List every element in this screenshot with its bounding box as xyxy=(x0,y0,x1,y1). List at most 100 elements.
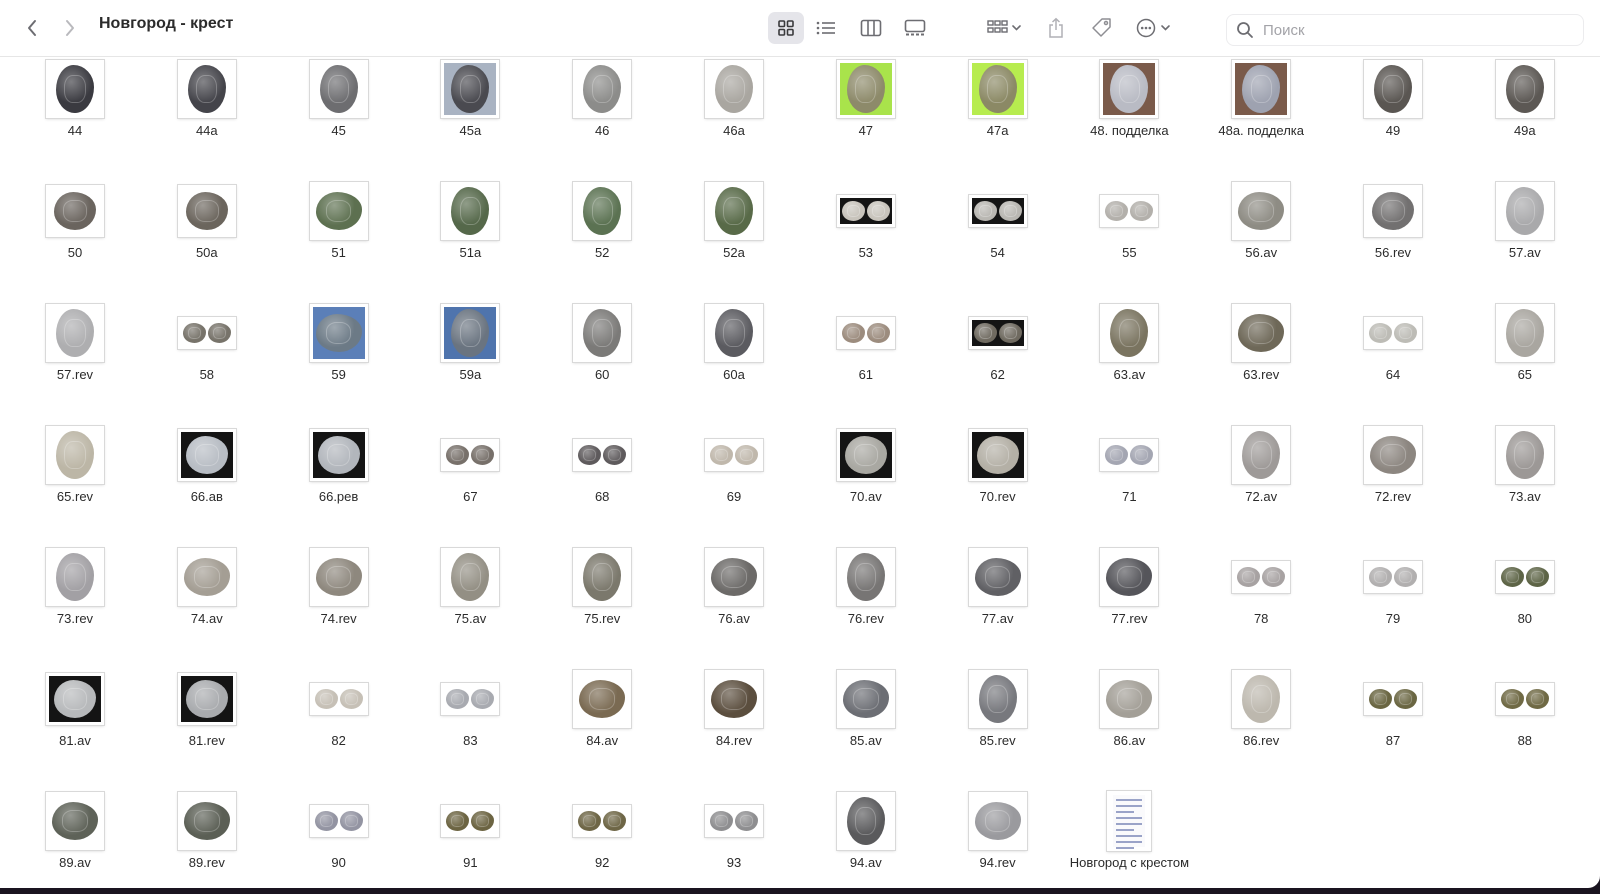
file-item[interactable]: 80 xyxy=(1462,541,1588,651)
file-item[interactable]: 73.av xyxy=(1462,419,1588,529)
file-item[interactable]: 73.rev xyxy=(12,541,138,651)
file-item[interactable]: 61 xyxy=(803,297,929,407)
file-item[interactable]: 89.av xyxy=(12,785,138,888)
file-item[interactable]: 55 xyxy=(1066,175,1192,285)
file-item[interactable]: 81.rev xyxy=(144,663,270,773)
file-item[interactable]: 86.av xyxy=(1066,663,1192,773)
file-item[interactable]: 77.rev xyxy=(1066,541,1192,651)
file-item[interactable]: 72.rev xyxy=(1330,419,1456,529)
file-item[interactable]: 90 xyxy=(276,785,402,888)
file-item[interactable]: 57.av xyxy=(1462,175,1588,285)
file-item[interactable]: 54 xyxy=(935,175,1061,285)
file-item[interactable]: 56.av xyxy=(1198,175,1324,285)
file-item[interactable]: 58 xyxy=(144,297,270,407)
file-item[interactable]: 65 xyxy=(1462,297,1588,407)
file-item[interactable]: 76.av xyxy=(671,541,797,651)
file-item[interactable]: 86.rev xyxy=(1198,663,1324,773)
file-item[interactable]: 53 xyxy=(803,175,929,285)
file-item[interactable]: 47a xyxy=(935,57,1061,163)
file-item[interactable]: 82 xyxy=(276,663,402,773)
group-button[interactable] xyxy=(982,12,1028,44)
file-item[interactable]: 92 xyxy=(539,785,665,888)
file-item[interactable]: 64 xyxy=(1330,297,1456,407)
more-button[interactable] xyxy=(1132,12,1178,44)
file-item[interactable]: 50 xyxy=(12,175,138,285)
file-item[interactable]: 70.rev xyxy=(935,419,1061,529)
file-item[interactable]: 60a xyxy=(671,297,797,407)
file-item[interactable]: 85.av xyxy=(803,663,929,773)
file-item[interactable]: 47 xyxy=(803,57,929,163)
group-icon xyxy=(987,20,1021,33)
file-item[interactable]: 46 xyxy=(539,57,665,163)
file-item[interactable]: 84.av xyxy=(539,663,665,773)
image-thumbnail xyxy=(441,805,500,837)
file-item[interactable]: 74.rev xyxy=(276,541,402,651)
file-item[interactable]: 62 xyxy=(935,297,1061,407)
file-item[interactable]: 94.rev xyxy=(935,785,1061,888)
file-item[interactable]: 45 xyxy=(276,57,402,163)
file-item[interactable]: 76.rev xyxy=(803,541,929,651)
file-item[interactable]: 59 xyxy=(276,297,402,407)
file-item[interactable]: 85.rev xyxy=(935,663,1061,773)
file-item[interactable]: 60 xyxy=(539,297,665,407)
file-label: 84.av xyxy=(586,733,619,748)
image-thumbnail xyxy=(46,426,104,484)
image-thumbnail xyxy=(1100,304,1159,362)
file-item[interactable]: 65.rev xyxy=(12,419,138,529)
share-button[interactable] xyxy=(1040,12,1072,44)
file-item[interactable]: 70.av xyxy=(803,419,929,529)
file-item[interactable]: 88 xyxy=(1462,663,1588,773)
file-item[interactable]: 46a xyxy=(671,57,797,163)
file-item[interactable]: 44a xyxy=(144,57,270,163)
file-item[interactable]: 89.rev xyxy=(144,785,270,888)
file-item[interactable]: 87 xyxy=(1330,663,1456,773)
file-item[interactable]: 66.ав xyxy=(144,419,270,529)
file-label: 75.av xyxy=(454,611,487,626)
file-item[interactable]: 68 xyxy=(539,419,665,529)
file-item[interactable]: 49a xyxy=(1462,57,1588,163)
file-item[interactable]: 84.rev xyxy=(671,663,797,773)
file-item[interactable]: 56.rev xyxy=(1330,175,1456,285)
file-item[interactable]: 66.рев xyxy=(276,419,402,529)
file-item[interactable]: 79 xyxy=(1330,541,1456,651)
file-item[interactable]: 94.av xyxy=(803,785,929,888)
tag-button[interactable] xyxy=(1086,12,1118,44)
file-item[interactable]: 63.rev xyxy=(1198,297,1324,407)
file-item[interactable]: 75.rev xyxy=(539,541,665,651)
icon-view-button[interactable] xyxy=(768,12,804,44)
back-button[interactable] xyxy=(18,12,46,44)
file-item[interactable]: 48a. подделка xyxy=(1198,57,1324,163)
list-view-button[interactable] xyxy=(808,12,844,44)
file-item[interactable]: 48. подделка xyxy=(1066,57,1192,163)
file-item[interactable]: 71 xyxy=(1066,419,1192,529)
file-item[interactable]: 93 xyxy=(671,785,797,888)
column-view-button[interactable] xyxy=(853,12,889,44)
file-item[interactable]: 45a xyxy=(407,57,533,163)
file-item[interactable]: 52 xyxy=(539,175,665,285)
file-item[interactable]: 49 xyxy=(1330,57,1456,163)
file-item[interactable]: 83 xyxy=(407,663,533,773)
file-item[interactable]: 44 xyxy=(12,57,138,163)
file-item[interactable]: 51a xyxy=(407,175,533,285)
file-item[interactable]: 74.av xyxy=(144,541,270,651)
file-item[interactable]: 91 xyxy=(407,785,533,888)
file-item[interactable]: Новгород с крестом xyxy=(1066,785,1192,888)
file-item[interactable]: 52a xyxy=(671,175,797,285)
file-label: 92 xyxy=(594,855,610,870)
search-input[interactable] xyxy=(1261,20,1565,40)
file-item[interactable]: 75.av xyxy=(407,541,533,651)
file-item[interactable]: 51 xyxy=(276,175,402,285)
file-item[interactable]: 77.av xyxy=(935,541,1061,651)
file-item[interactable]: 67 xyxy=(407,419,533,529)
file-item[interactable]: 69 xyxy=(671,419,797,529)
file-item[interactable]: 78 xyxy=(1198,541,1324,651)
file-item[interactable]: 72.av xyxy=(1198,419,1324,529)
file-item[interactable]: 50a xyxy=(144,175,270,285)
file-item[interactable]: 59a xyxy=(407,297,533,407)
forward-button[interactable] xyxy=(56,12,84,44)
gallery-view-button[interactable] xyxy=(897,12,933,44)
search-field[interactable] xyxy=(1226,14,1584,46)
file-item[interactable]: 81.av xyxy=(12,663,138,773)
file-item[interactable]: 57.rev xyxy=(12,297,138,407)
file-item[interactable]: 63.av xyxy=(1066,297,1192,407)
